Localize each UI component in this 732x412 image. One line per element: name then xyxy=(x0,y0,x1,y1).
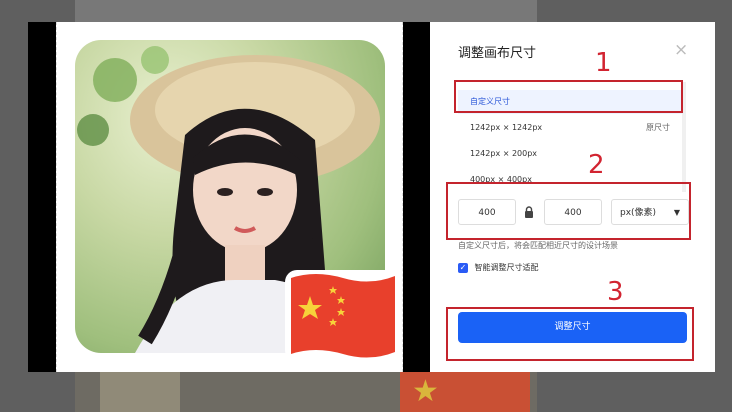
canvas-frame xyxy=(56,22,403,372)
annotation-number-2: 2 xyxy=(588,150,605,180)
background-flag-strip xyxy=(400,372,530,412)
canvas-preview xyxy=(28,22,430,372)
annotation-box-1 xyxy=(454,80,683,113)
annotation-number-3: 3 xyxy=(607,277,624,307)
size-option-label: 1242px × 200px xyxy=(470,149,538,158)
custom-size-hint: 自定义尺寸后，将会匹配相近尺寸的设计场景 xyxy=(458,241,618,250)
flag-sticker xyxy=(285,270,400,362)
size-option-label: 1242px × 1242px xyxy=(470,123,543,132)
annotation-box-3 xyxy=(446,307,694,361)
smart-fit-checkbox-row[interactable]: ✓ 智能调整尺寸适配 xyxy=(458,262,539,273)
size-option-1242x200[interactable]: 1242px × 200px xyxy=(458,142,684,166)
annotation-number-1: 1 xyxy=(595,48,612,78)
original-size-tag: 原尺寸 xyxy=(646,123,670,132)
dialog-title: 调整画布尺寸 xyxy=(458,46,537,61)
size-option-1242x1242[interactable]: 1242px × 1242px 原尺寸 xyxy=(458,116,684,140)
background-hat-strip xyxy=(100,372,180,412)
close-icon[interactable]: × xyxy=(674,40,688,60)
smart-fit-label: 智能调整尺寸适配 xyxy=(474,263,539,272)
annotation-box-2 xyxy=(446,182,691,240)
checkbox-checked-icon[interactable]: ✓ xyxy=(458,262,468,273)
